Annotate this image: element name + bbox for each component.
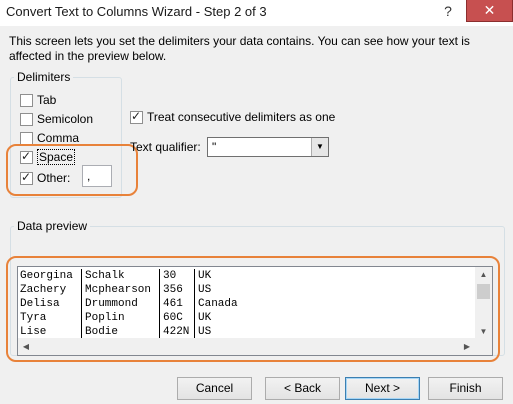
text-qualifier-label: Text qualifier: <box>130 140 201 154</box>
consecutive-checkbox-box[interactable] <box>130 109 143 124</box>
semicolon-label: Semicolon <box>37 112 94 126</box>
step-description: This screen lets you set the delimiters … <box>9 34 470 63</box>
next-button[interactable]: Next > <box>345 377 420 400</box>
cancel-button[interactable]: Cancel <box>177 377 252 400</box>
title-bar: Convert Text to Columns Wizard - Step 2 … <box>0 0 513 26</box>
text-qualifier-value: " <box>212 140 217 154</box>
chevron-down-icon[interactable]: ▼ <box>311 138 328 156</box>
delimiters-legend: Delimiters <box>14 70 74 84</box>
consecutive-label: Treat consecutive delimiters as one <box>147 110 336 124</box>
annotation-highlight-preview <box>6 256 500 362</box>
semicolon-checkbox-box[interactable] <box>20 112 33 126</box>
help-button[interactable]: ? <box>432 0 464 22</box>
tab-checkbox-box[interactable] <box>20 93 33 107</box>
tab-label: Tab <box>37 93 57 107</box>
semicolon-checkbox[interactable]: Semicolon <box>20 111 93 127</box>
comma-checkbox-box[interactable] <box>20 131 33 145</box>
annotation-highlight-delimiters <box>6 144 138 196</box>
comma-label: Comma <box>37 131 80 145</box>
data-preview-legend: Data preview <box>14 219 91 233</box>
window-title: Convert Text to Columns Wizard - Step 2 … <box>6 4 267 19</box>
finish-button[interactable]: Finish <box>428 377 503 400</box>
close-button[interactable]: ✕ <box>466 0 513 22</box>
back-button[interactable]: < Back <box>265 377 340 400</box>
tab-checkbox[interactable]: Tab <box>20 92 56 108</box>
text-qualifier-select[interactable]: " ▼ <box>207 137 329 157</box>
consecutive-delimiters-checkbox[interactable]: Treat consecutive delimiters as one <box>130 109 335 125</box>
